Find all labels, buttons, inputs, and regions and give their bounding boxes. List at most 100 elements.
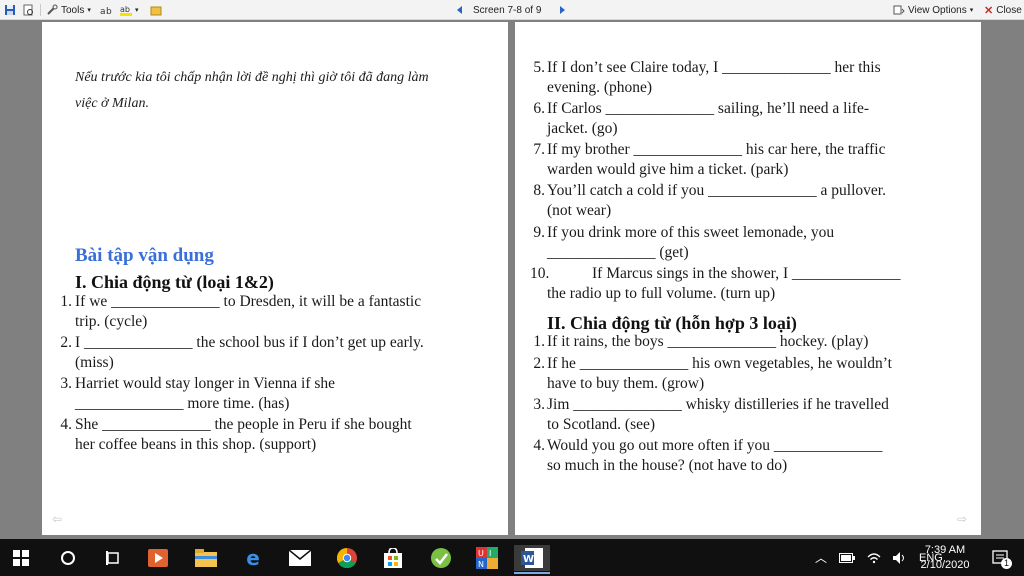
close-label: Close xyxy=(996,4,1022,16)
item-text: If my brother ______________ his car her… xyxy=(547,141,886,158)
exercise-heading: Bài tập vận dụng xyxy=(75,245,214,266)
svg-text:I: I xyxy=(489,549,491,558)
print-preview-icon xyxy=(22,4,34,16)
highlight-button[interactable]: ab ▾ xyxy=(120,3,139,17)
start-button[interactable] xyxy=(8,545,34,571)
item-text: I ______________ the school bus if I don… xyxy=(75,334,424,351)
item-number: 5. xyxy=(533,59,545,76)
vietnamese-sentence-line2: việc ở Milan. xyxy=(75,96,149,111)
next-page-arrow-icon[interactable]: ⇨ xyxy=(957,513,971,525)
media-player-icon xyxy=(148,549,168,567)
wifi-icon[interactable] xyxy=(867,552,881,564)
item-text: Jim ______________ whisky distilleries i… xyxy=(547,396,889,413)
battery-icon[interactable] xyxy=(839,552,856,563)
item-text: evening. (phone) xyxy=(547,79,653,96)
save-icon xyxy=(4,4,16,16)
word-icon: W xyxy=(521,548,543,568)
taskbar-app-file-explorer[interactable] xyxy=(193,545,219,571)
item-text: If he ______________ his own vegetables,… xyxy=(547,355,892,372)
item-number: 3. xyxy=(533,396,545,413)
tools-label: Tools xyxy=(61,4,85,16)
view-options-icon xyxy=(893,4,905,16)
item-number: 4. xyxy=(60,416,72,433)
item-text: her coffee beans in this shop. (support) xyxy=(75,436,317,453)
chrome-icon xyxy=(337,548,357,568)
item-text: ______________ (get) xyxy=(547,244,689,261)
close-button[interactable]: ✕ Close xyxy=(984,3,1022,17)
svg-text:N: N xyxy=(478,560,484,569)
item-text: If Marcus sings in the shower, I _______… xyxy=(592,265,901,282)
translate-icon: ab xyxy=(100,4,112,17)
previous-page-arrow-icon[interactable]: ⇦ xyxy=(52,513,66,525)
store-icon xyxy=(384,548,402,568)
folder-icon xyxy=(150,4,162,16)
item-text: have to buy them. (grow) xyxy=(547,375,705,392)
arrow-right-icon xyxy=(560,6,565,14)
item-text: If Carlos ______________ sailing, he’ll … xyxy=(547,100,869,117)
taskbar-app-mail[interactable] xyxy=(287,545,313,571)
item-number: 4. xyxy=(533,437,545,454)
taskbar-app-media[interactable] xyxy=(145,545,171,571)
task-view-icon xyxy=(106,551,119,565)
chevron-down-icon: ▾ xyxy=(969,7,974,14)
item-text: (miss) xyxy=(75,354,114,371)
svg-text:U: U xyxy=(478,549,484,558)
volume-icon[interactable] xyxy=(893,551,907,564)
taskbar-app-word[interactable]: W xyxy=(514,545,550,574)
item-text: Harriet would stay longer in Vienna if s… xyxy=(75,375,336,392)
edge-icon: e xyxy=(246,546,260,570)
translate-button[interactable]: ab xyxy=(100,3,112,17)
item-text: If I don’t see Claire today, I _________… xyxy=(547,59,881,76)
notification-center-button[interactable]: 1 xyxy=(986,539,1016,576)
search-button[interactable] xyxy=(55,545,81,571)
right-page: 5. If I don’t see Claire today, I ______… xyxy=(515,22,981,535)
chevron-down-icon: ▾ xyxy=(87,7,91,14)
section-title: II. Chia động từ (hỗn hợp 3 loại) xyxy=(547,313,797,333)
taskbar-app-chrome[interactable] xyxy=(334,545,360,571)
clock-time: 7:39 AM xyxy=(924,543,966,556)
save-button[interactable] xyxy=(4,3,16,17)
taskbar-app-store[interactable] xyxy=(380,545,406,571)
item-text: jacket. (go) xyxy=(547,120,618,137)
next-screen-button[interactable] xyxy=(560,3,565,17)
item-number: 10. xyxy=(530,265,550,282)
item-text: She ______________ the people in Peru if… xyxy=(75,416,412,433)
notification-badge: 1 xyxy=(1000,558,1012,569)
item-number: 1. xyxy=(60,293,72,310)
item-number: 6. xyxy=(533,100,545,117)
windows-icon xyxy=(13,550,29,566)
previous-screen-button[interactable] xyxy=(457,3,462,17)
unikey-icon: UI N xyxy=(476,547,498,569)
tools-menu[interactable]: Tools ▾ xyxy=(46,3,91,17)
screen-label: Screen 7-8 of 9 xyxy=(473,4,542,16)
item-number: 1. xyxy=(533,333,545,350)
reading-area: Nếu trước kia tôi chấp nhận lời đề nghị … xyxy=(0,20,1024,539)
item-number: 8. xyxy=(533,182,545,199)
svg-text:W: W xyxy=(523,554,534,565)
taskbar-app-unikey[interactable]: UI N xyxy=(474,545,500,571)
comment-button[interactable] xyxy=(150,3,162,17)
folder-icon xyxy=(195,549,217,567)
print-preview-button[interactable] xyxy=(22,3,34,17)
reading-toolbar: Tools ▾ ab ab ▾ Screen 7-8 of 9 View Opt… xyxy=(0,0,1024,20)
item-text: so much in the house? (not have to do) xyxy=(547,457,788,474)
taskbar-app-green[interactable] xyxy=(428,545,454,571)
mail-icon xyxy=(289,550,311,566)
item-text: (not wear) xyxy=(547,202,612,219)
highlighter-icon: ab xyxy=(120,4,132,16)
task-view-button[interactable] xyxy=(100,545,126,571)
item-number: 2. xyxy=(533,355,545,372)
view-options-menu[interactable]: View Options ▾ xyxy=(893,3,973,17)
view-options-label: View Options xyxy=(908,4,967,16)
item-text: You’ll catch a cold if you _____________… xyxy=(547,182,886,199)
taskbar-app-edge[interactable]: e xyxy=(240,545,266,571)
item-number: 7. xyxy=(533,141,545,158)
item-text: If you drink more of this sweet lemonade… xyxy=(547,224,835,241)
item-text: If we ______________ to Dresden, it will… xyxy=(75,293,422,310)
section-title: I. Chia động từ (loại 1&2) xyxy=(75,272,274,292)
clock[interactable]: 7:39 AM 2/10/2020 xyxy=(914,539,976,576)
chevron-up-icon[interactable]: ︿ xyxy=(815,549,827,566)
vietnamese-sentence-line1: Nếu trước kia tôi chấp nhận lời đề nghị … xyxy=(75,70,429,85)
taskbar: e UI N W ︿ ENG 7:39 AM 2/10/2020 1 xyxy=(0,539,1024,576)
item-number: 2. xyxy=(60,334,72,351)
